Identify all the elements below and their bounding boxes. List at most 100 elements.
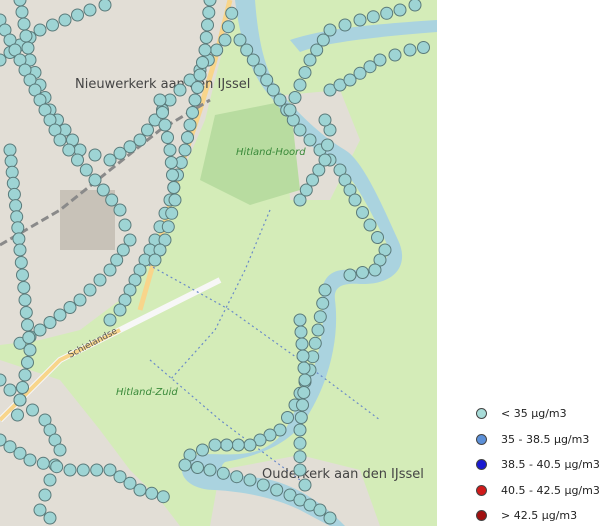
measurement-marker[interactable]: [7, 187, 21, 201]
measurement-marker[interactable]: [373, 53, 387, 67]
measurement-marker[interactable]: [225, 6, 239, 20]
measurement-marker[interactable]: [191, 461, 204, 474]
measurement-marker[interactable]: [193, 68, 207, 82]
measurement-marker[interactable]: [348, 193, 362, 207]
measurement-marker[interactable]: [183, 118, 197, 132]
measurement-marker[interactable]: [338, 18, 352, 32]
measurement-marker[interactable]: [10, 210, 24, 224]
measurement-marker[interactable]: [288, 91, 302, 104]
measurement-marker[interactable]: [103, 263, 117, 277]
measurement-marker[interactable]: [318, 113, 332, 127]
measurement-marker[interactable]: [243, 438, 257, 452]
measurement-marker[interactable]: [148, 253, 162, 267]
measurement-marker[interactable]: [318, 153, 332, 167]
measurement-marker[interactable]: [15, 5, 29, 19]
measurement-marker[interactable]: [17, 17, 31, 31]
measurement-marker[interactable]: [161, 131, 174, 144]
measurement-marker[interactable]: [50, 460, 64, 474]
measurement-marker[interactable]: [408, 0, 422, 12]
measurement-marker[interactable]: [294, 325, 308, 339]
measurement-marker[interactable]: [53, 133, 67, 147]
measurement-marker[interactable]: [164, 156, 178, 169]
measurement-marker[interactable]: [33, 503, 47, 517]
measurement-marker[interactable]: [22, 331, 36, 344]
measurement-marker[interactable]: [231, 438, 245, 452]
measurement-marker[interactable]: [208, 438, 222, 452]
measurement-marker[interactable]: [173, 83, 187, 97]
measurement-marker[interactable]: [43, 316, 57, 329]
measurement-marker[interactable]: [293, 123, 307, 137]
measurement-marker[interactable]: [6, 176, 20, 190]
measurement-marker[interactable]: [43, 511, 57, 525]
measurement-marker[interactable]: [63, 301, 77, 314]
measurement-marker[interactable]: [293, 78, 307, 92]
measurement-marker[interactable]: [188, 93, 202, 107]
measurement-marker[interactable]: [18, 368, 32, 382]
measurement-marker[interactable]: [270, 483, 284, 497]
measurement-marker[interactable]: [388, 48, 402, 62]
measurement-marker[interactable]: [393, 3, 407, 17]
measurement-marker[interactable]: [23, 453, 37, 467]
measurement-marker[interactable]: [76, 463, 90, 477]
measurement-marker[interactable]: [156, 106, 169, 119]
measurement-marker[interactable]: [311, 323, 325, 337]
measurement-marker[interactable]: [323, 23, 337, 37]
measurement-marker[interactable]: [73, 293, 87, 307]
measurement-marker[interactable]: [203, 463, 217, 477]
measurement-marker[interactable]: [113, 203, 127, 217]
measurement-marker[interactable]: [23, 343, 37, 357]
measurement-marker[interactable]: [313, 503, 327, 517]
measurement-marker[interactable]: [295, 337, 309, 351]
measurement-marker[interactable]: [178, 143, 192, 157]
measurement-marker[interactable]: [63, 463, 77, 477]
measurement-marker[interactable]: [202, 6, 216, 19]
measurement-marker[interactable]: [133, 133, 147, 147]
measurement-marker[interactable]: [221, 20, 235, 34]
measurement-marker[interactable]: [98, 0, 112, 12]
measurement-marker[interactable]: [196, 56, 209, 69]
measurement-marker[interactable]: [356, 266, 369, 279]
measurement-marker[interactable]: [13, 393, 27, 407]
measurement-marker[interactable]: [96, 183, 110, 197]
measurement-marker[interactable]: [88, 173, 102, 187]
measurement-marker[interactable]: [294, 411, 308, 424]
measurement-marker[interactable]: [4, 154, 18, 168]
measurement-marker[interactable]: [16, 381, 29, 394]
measurement-marker[interactable]: [90, 463, 104, 477]
measurement-marker[interactable]: [79, 163, 93, 177]
measurement-marker[interactable]: [186, 106, 199, 119]
measurement-marker[interactable]: [283, 103, 297, 117]
measurement-marker[interactable]: [168, 193, 182, 207]
measurement-marker[interactable]: [161, 220, 175, 234]
measurement-marker[interactable]: [201, 18, 214, 32]
measurement-marker[interactable]: [321, 138, 334, 152]
measurement-marker[interactable]: [343, 268, 357, 282]
measurement-marker[interactable]: [3, 383, 17, 397]
measurement-marker[interactable]: [46, 18, 59, 32]
measurement-marker[interactable]: [323, 511, 337, 525]
measurement-marker[interactable]: [318, 283, 332, 297]
measurement-marker[interactable]: [293, 423, 307, 437]
measurement-marker[interactable]: [199, 31, 213, 44]
measurement-marker[interactable]: [216, 466, 230, 480]
measurement-marker[interactable]: [33, 23, 47, 37]
measurement-marker[interactable]: [308, 336, 322, 350]
measurement-marker[interactable]: [167, 181, 181, 194]
measurement-marker[interactable]: [353, 13, 367, 27]
measurement-marker[interactable]: [303, 133, 317, 147]
measurement-marker[interactable]: [58, 13, 72, 27]
measurement-marker[interactable]: [298, 478, 312, 492]
measurement-marker[interactable]: [417, 41, 430, 54]
measurement-marker[interactable]: [230, 470, 244, 484]
map-view[interactable]: Nieuwerkerk aan den IJssel Hitland-Hoord…: [0, 0, 437, 526]
measurement-marker[interactable]: [163, 143, 177, 157]
measurement-marker[interactable]: [297, 386, 311, 399]
measurement-marker[interactable]: [281, 411, 294, 424]
measurement-marker[interactable]: [88, 148, 102, 162]
measurement-marker[interactable]: [141, 123, 154, 137]
measurement-marker[interactable]: [133, 483, 147, 497]
measurement-marker[interactable]: [21, 356, 34, 369]
measurement-marker[interactable]: [118, 218, 132, 232]
measurement-marker[interactable]: [3, 143, 17, 157]
measurement-marker[interactable]: [296, 398, 309, 412]
